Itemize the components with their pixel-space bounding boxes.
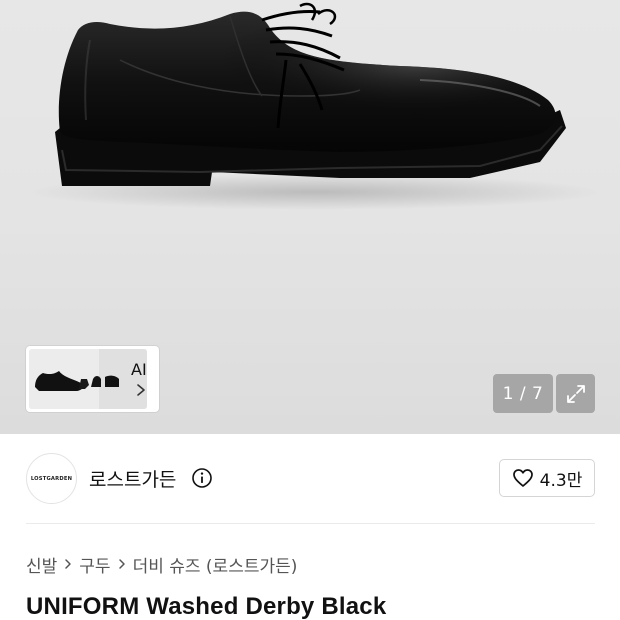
ai-label: AI xyxy=(131,360,147,379)
chevron-right-icon xyxy=(118,559,125,569)
expand-button[interactable] xyxy=(556,374,595,413)
image-counter: 1 / 7 xyxy=(493,374,553,413)
heart-icon xyxy=(512,469,533,487)
chevron-right-icon xyxy=(137,384,145,396)
brand-name[interactable]: 로스트가든 xyxy=(89,465,176,492)
like-button[interactable]: 4.3만 xyxy=(499,459,595,497)
breadcrumb: 신발 구두 더비 슈즈 (로스트가든) xyxy=(26,551,297,577)
product-title: UNIFORM Washed Derby Black xyxy=(26,593,387,620)
product-image-gallery[interactable]: AI 1 / 7 xyxy=(0,0,620,434)
brand-logo[interactable]: LOSTGARDEN xyxy=(26,453,77,504)
ai-recommendation-card[interactable] xyxy=(26,346,159,412)
divider xyxy=(26,523,595,524)
ai-thumbnail-image xyxy=(29,349,147,409)
like-count: 4.3만 xyxy=(539,470,583,491)
chevron-right-icon xyxy=(65,559,72,569)
expand-icon xyxy=(566,384,585,403)
brand-logo-text: LOSTGARDEN xyxy=(30,475,73,482)
breadcrumb-item[interactable]: 구두 xyxy=(79,552,110,577)
breadcrumb-item[interactable]: 신발 xyxy=(26,552,57,577)
info-icon[interactable] xyxy=(191,467,213,489)
ai-thumbnail xyxy=(29,349,147,409)
breadcrumb-item[interactable]: 더비 슈즈 (로스트가든) xyxy=(133,552,298,577)
